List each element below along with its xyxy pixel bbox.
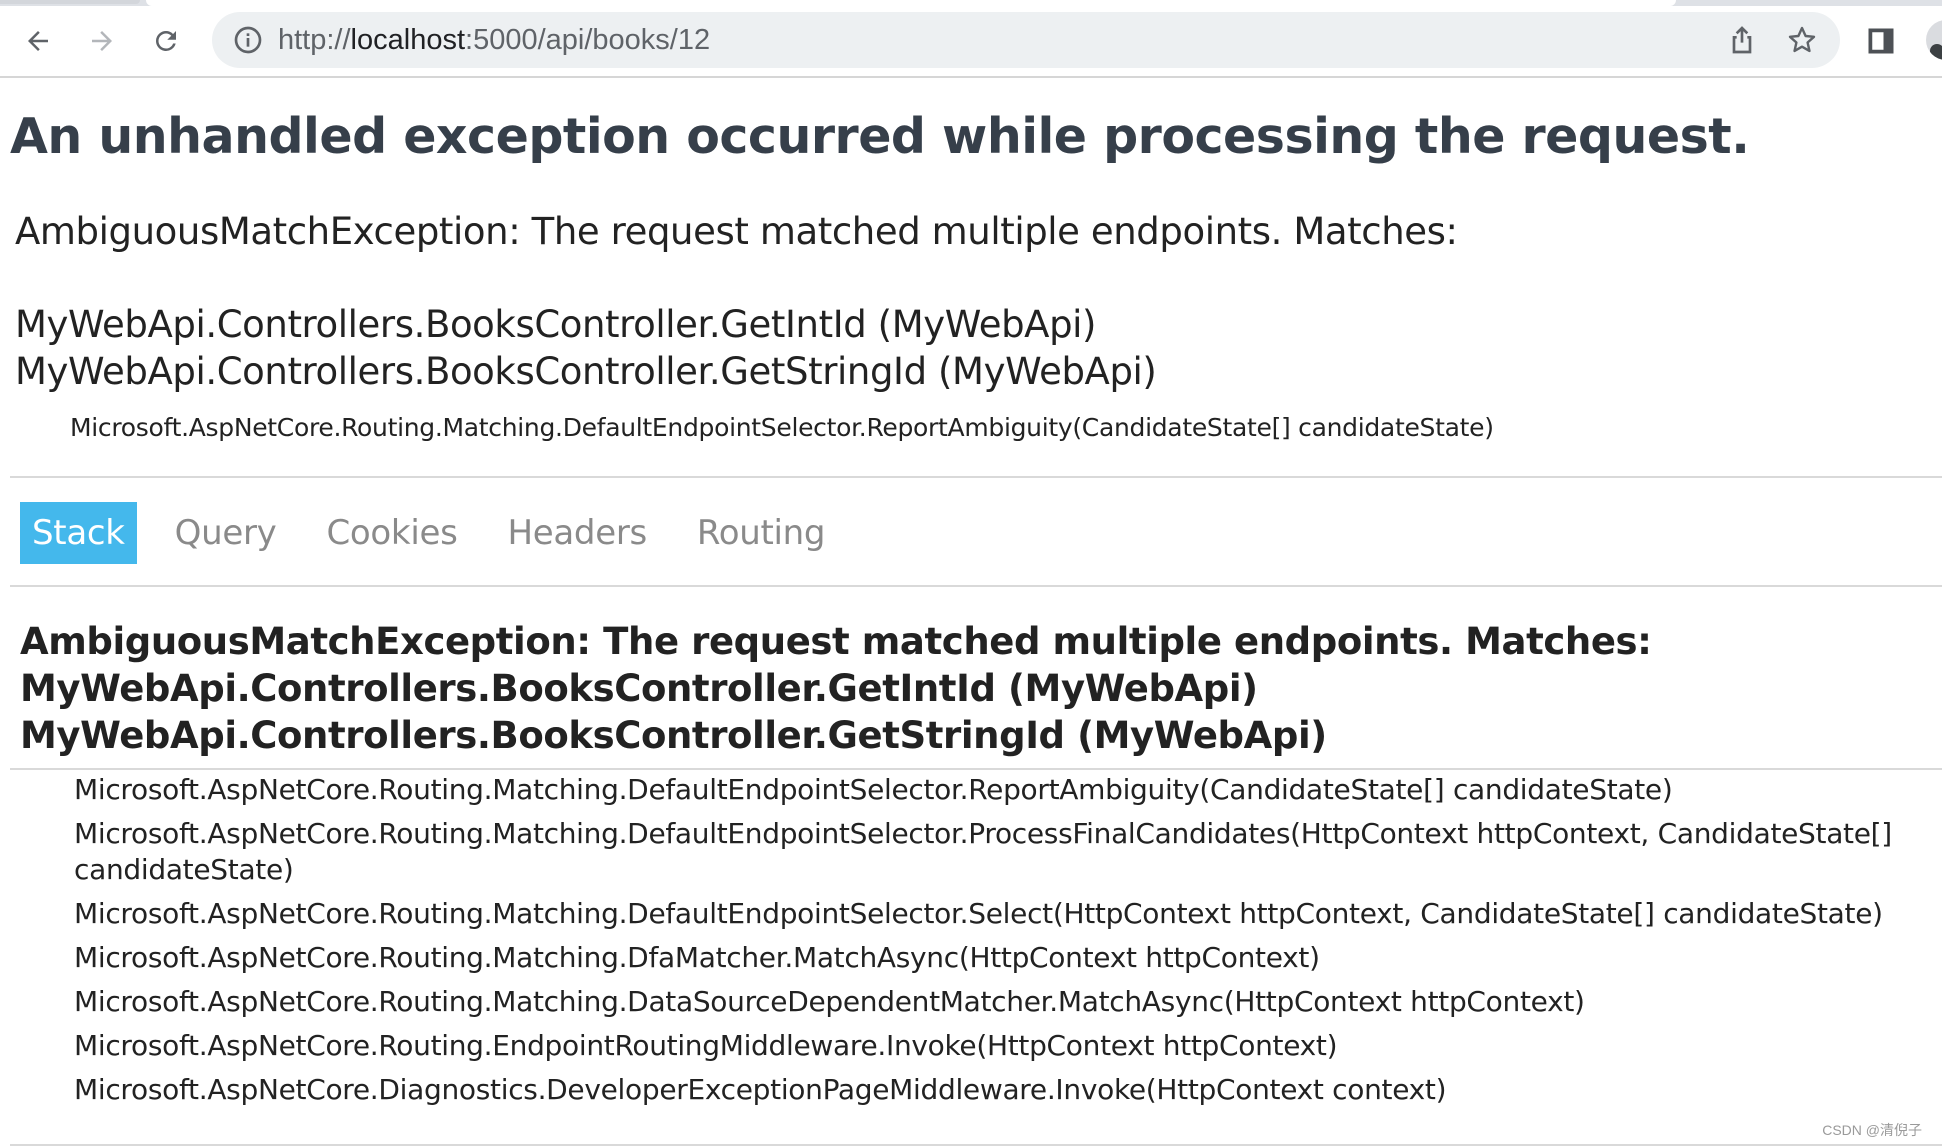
stack-frame[interactable]: Microsoft.AspNetCore.Routing.Matching.De… <box>74 772 1894 808</box>
share-icon[interactable] <box>1726 24 1758 56</box>
stack-frame[interactable]: Microsoft.AspNetCore.Routing.Matching.De… <box>74 816 1894 888</box>
stack-frame[interactable]: Microsoft.AspNetCore.Routing.Matching.Df… <box>74 940 1894 976</box>
stack-frame[interactable]: Microsoft.AspNetCore.Diagnostics.Develop… <box>74 1072 1894 1108</box>
error-location: Microsoft.AspNetCore.Routing.Matching.De… <box>70 413 1494 442</box>
tab-routing[interactable]: Routing <box>685 502 837 564</box>
stack-header-line: MyWebApi.Controllers.BooksController.Get… <box>20 714 1327 757</box>
divider <box>10 1144 1942 1146</box>
browser-toolbar: http://localhost:5000/api/books/12 <box>0 6 1942 78</box>
browser-tab[interactable] <box>0 0 140 4</box>
reload-button[interactable] <box>146 21 186 61</box>
arrow-right-icon <box>92 31 112 51</box>
info-circle-icon[interactable] <box>232 24 264 56</box>
match-item: MyWebApi.Controllers.BooksController.Get… <box>15 350 1157 393</box>
profile-icon <box>1930 44 1942 60</box>
stack-frame[interactable]: Microsoft.AspNetCore.Routing.EndpointRou… <box>74 1028 1894 1064</box>
matches-list: MyWebApi.Controllers.BooksController.Get… <box>15 301 1157 395</box>
forward-button[interactable] <box>82 21 122 61</box>
divider <box>10 585 1942 587</box>
divider <box>10 476 1942 478</box>
address-bar[interactable]: http://localhost:5000/api/books/12 <box>212 12 1840 68</box>
stack-frames: Microsoft.AspNetCore.Routing.Matching.De… <box>74 772 1894 1116</box>
url-text[interactable]: http://localhost:5000/api/books/12 <box>278 22 710 58</box>
star-icon[interactable] <box>1786 24 1818 56</box>
tab-stack[interactable]: Stack <box>20 502 137 564</box>
side-panel-icon[interactable] <box>1866 26 1896 56</box>
arrow-left-icon <box>28 31 48 51</box>
match-item: MyWebApi.Controllers.BooksController.Get… <box>15 303 1097 346</box>
profile-avatar[interactable] <box>1926 20 1942 60</box>
stack-header: AmbiguousMatchException: The request mat… <box>20 618 1652 759</box>
stack-header-line: MyWebApi.Controllers.BooksController.Get… <box>20 667 1258 710</box>
back-button[interactable] <box>18 21 58 61</box>
tab-query[interactable]: Query <box>163 502 289 564</box>
error-title: AmbiguousMatchException: The request mat… <box>15 210 1458 253</box>
watermark: CSDN @清倪子 <box>1822 1122 1922 1138</box>
tab-bar: Stack Query Cookies Headers Routing <box>20 502 863 564</box>
reload-icon <box>156 30 176 51</box>
page-title: An unhandled exception occurred while pr… <box>10 108 1750 165</box>
tab-cookies[interactable]: Cookies <box>314 502 469 564</box>
stack-frame[interactable]: Microsoft.AspNetCore.Routing.Matching.De… <box>74 896 1894 932</box>
tab-headers[interactable]: Headers <box>496 502 659 564</box>
stack-frame[interactable]: Microsoft.AspNetCore.Routing.Matching.Da… <box>74 984 1894 1020</box>
stack-header-line: AmbiguousMatchException: The request mat… <box>20 620 1652 663</box>
divider <box>10 768 1942 770</box>
